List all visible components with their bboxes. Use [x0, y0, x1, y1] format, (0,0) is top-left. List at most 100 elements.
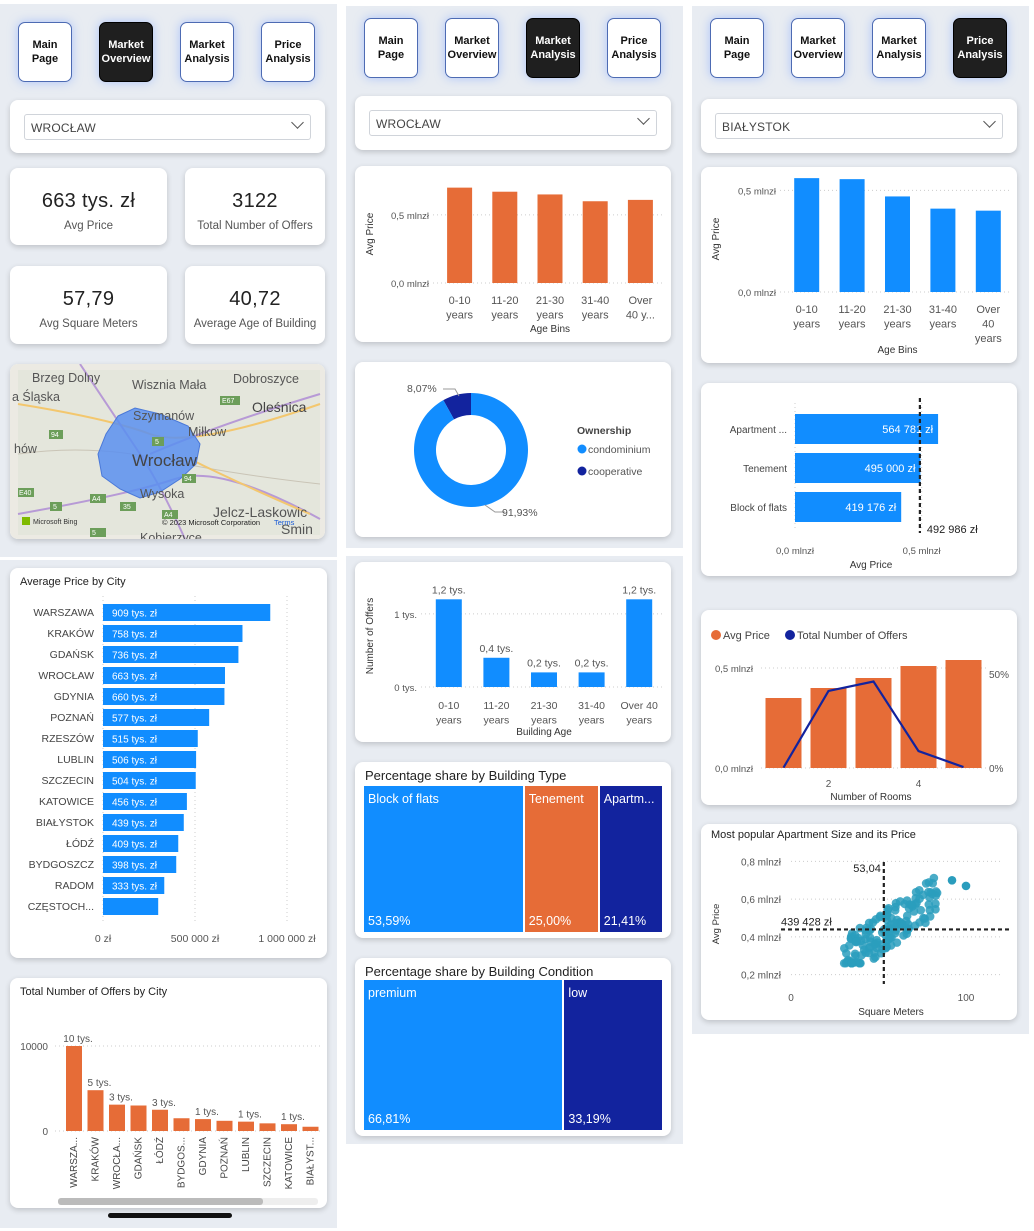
nav-market-overview[interactable]: Market Overview — [445, 18, 499, 78]
data-label: 419 176 zł — [845, 502, 896, 514]
scatter-point — [916, 905, 926, 915]
tile-label: Tenement — [528, 792, 584, 806]
nav-market-analysis[interactable]: Market Analysis — [180, 22, 234, 82]
building-condition-share-card: Percentage share by Building Condition p… — [355, 958, 671, 1136]
scatter-point — [842, 949, 851, 958]
chevron-down-icon — [637, 112, 650, 125]
nav-price-analysis[interactable]: Price Analysis — [953, 18, 1007, 78]
bar — [578, 672, 605, 687]
bar — [281, 1124, 297, 1131]
kpi-value: 57,79 — [62, 288, 115, 310]
nav-market-overview[interactable]: Market Overview — [99, 22, 153, 82]
city-map[interactable]: 94 E67 5 A4 35 A4 E40 5 94 5 Brzeg Dolny… — [10, 364, 325, 539]
data-label: 5 tys. — [88, 1078, 112, 1089]
bar — [66, 1046, 82, 1131]
category-label: 0-10 years — [446, 295, 473, 322]
tile-label: Block of flats — [368, 792, 439, 806]
category-label: Block of flats — [730, 503, 787, 514]
x-tick-label: 0 zł — [95, 933, 112, 945]
data-label: 1,2 tys. — [622, 584, 656, 596]
tile-percent: 53,59% — [368, 914, 411, 928]
map-place-label: Dobroszyce — [233, 372, 299, 386]
building-type-share-card: Percentage share by Building Type Block … — [355, 762, 671, 938]
scrollbar-thumb[interactable] — [58, 1198, 263, 1205]
y-tick-label: 0,8 mlnzł — [741, 857, 782, 868]
map-place-label: Oleśnica — [252, 399, 307, 415]
map-card[interactable]: 94 E67 5 A4 35 A4 E40 5 94 5 Brzeg Dolny… — [10, 364, 325, 539]
data-label: 1 tys. — [281, 1112, 305, 1123]
data-label: 660 tys. zł — [112, 693, 158, 704]
category-label: KATOWICE — [284, 1137, 295, 1190]
bar — [435, 599, 462, 687]
treemap-tile[interactable]: Apartm... 21,41% — [599, 786, 662, 932]
scatter-card: Most popular Apartment Size and its Pric… — [701, 824, 1017, 1020]
panel-market-overview: Main Page Market Overview Market Analysi… — [0, 4, 337, 557]
category-label: ŁÓDŹ — [66, 837, 95, 850]
scatter-point — [868, 918, 878, 927]
y-axis-title: Number of Offers — [365, 598, 376, 675]
city-dropdown[interactable]: WROCŁAW — [24, 114, 311, 140]
size-price-scatter: 0,2 mlnzł 0,4 mlnzł 0,6 mlnzł 0,8 mlnzł 0 100… — [711, 857, 1011, 1018]
chart-title: Average Price by City — [20, 576, 126, 588]
category-label: POZNAŃ — [50, 711, 94, 724]
data-label: 515 tys. zł — [112, 735, 158, 746]
nav-main-page[interactable]: Main Page — [364, 18, 418, 78]
tile-label: premium — [368, 986, 417, 1000]
x-tick-label: 2 — [826, 779, 832, 790]
chart-title: Percentage share by Building Condition — [365, 964, 594, 979]
treemap-tile[interactable]: Block of flats 53,59% — [364, 786, 523, 932]
category-label: WROCŁA... — [112, 1137, 123, 1189]
y-tick-label: 10000 — [20, 1042, 48, 1053]
nav-main-page[interactable]: Main Page — [710, 18, 764, 78]
scatter-point — [921, 918, 930, 928]
data-label: 909 tys. zł — [112, 609, 158, 620]
data-label: 577 tys. zł — [112, 714, 158, 725]
kpi-label: Avg Price — [63, 220, 113, 232]
kpi-value: 663 tys. zł — [41, 190, 136, 212]
x-reference-label: 53,04 — [853, 863, 881, 875]
x-axis-title: Square Meters — [858, 1007, 924, 1018]
treemap-tile[interactable]: Tenement 25,00% — [524, 786, 598, 932]
category-label: ŁÓDŹ — [153, 1137, 166, 1164]
category-label: KRAKÓW — [89, 1136, 102, 1181]
map-road-label: E67 — [222, 398, 235, 405]
nav-market-overview[interactable]: Market Overview — [791, 18, 845, 78]
map-place-label: Miłkow — [188, 425, 227, 439]
offers-by-age-card: 0 tys. 1 tys. 1,2 tys. 0-10 years 0,4 tys. 11-… — [355, 562, 671, 742]
ownership-card: 8,07% 91,93% Ownership condominium cooperati… — [355, 362, 671, 537]
bar — [975, 210, 1001, 292]
city-dropdown[interactable]: WROCŁAW — [369, 110, 657, 136]
nav-main-page[interactable]: Main Page — [18, 22, 72, 82]
category-label: 11-20 years — [838, 304, 866, 331]
horizontal-scrollbar[interactable] — [58, 1198, 318, 1205]
x-tick-label: 0,0 mlnzł — [776, 546, 815, 557]
legend-title: Ownership — [577, 425, 631, 437]
map-place-label: a Śląska — [12, 389, 60, 404]
nav-price-analysis[interactable]: Price Analysis — [607, 18, 661, 78]
panel-city-charts: Average Price by City WARSZAWA 909 tys. z… — [0, 560, 337, 1228]
y-right-tick-label: 50% — [989, 670, 1009, 681]
nav-market-analysis[interactable]: Market Analysis — [526, 18, 580, 78]
city-dropdown[interactable]: BIAŁYSTOK — [715, 113, 1003, 139]
data-label: 0,4 tys. — [479, 643, 513, 655]
scatter-point — [895, 897, 905, 906]
treemap-tile[interactable]: premium 66,81% — [364, 980, 563, 1130]
category-label: WROCŁAW — [38, 670, 94, 682]
bar — [492, 191, 518, 283]
data-label: 506 tys. zł — [112, 756, 158, 767]
category-label: SZCZECIN — [42, 775, 95, 787]
category-label: KRAKÓW — [47, 627, 94, 640]
avg-price-by-city-chart: WARSZAWA 909 tys. zł KRAKÓW 758 tys. zł GDAŃ… — [28, 596, 316, 945]
legend-marker — [577, 444, 587, 454]
city-filter-card: WROCŁAW — [10, 100, 325, 153]
map-bing-label: Microsoft Bing — [33, 519, 77, 526]
scatter-point — [847, 958, 857, 968]
nav-price-analysis[interactable]: Price Analysis — [261, 22, 315, 82]
treemap-tile[interactable]: low 33,19% — [564, 980, 662, 1130]
x-tick-label: 0,5 mlnzł — [903, 546, 942, 557]
type-price-chart: Apartment ... 564 781 zł Tenement 495 000 z… — [730, 398, 978, 571]
nav-market-analysis[interactable]: Market Analysis — [872, 18, 926, 78]
y-axis-title: Avg Price — [711, 904, 722, 944]
category-label: Apartment ... — [730, 425, 787, 436]
category-label: 0-10 years — [793, 304, 820, 331]
